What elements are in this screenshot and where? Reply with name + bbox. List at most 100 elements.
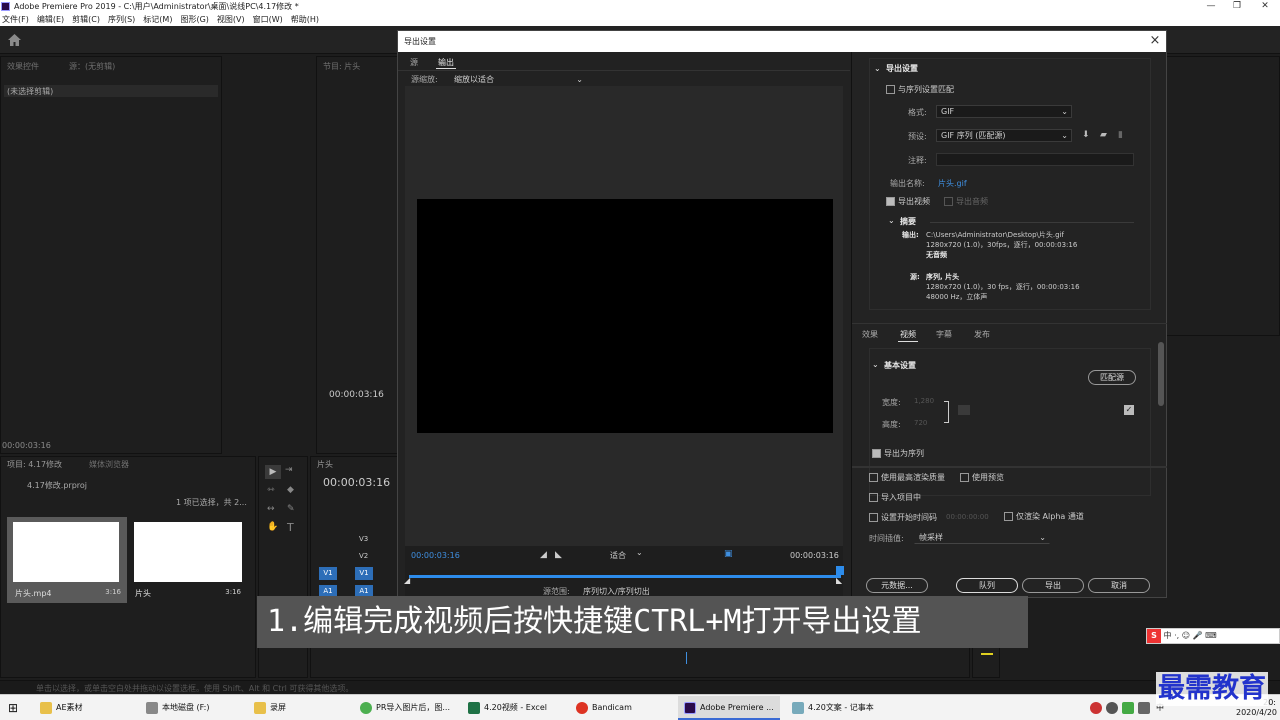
import-preset-icon[interactable]: ▰: [1100, 130, 1107, 140]
pen-tool-icon[interactable]: ✎: [287, 504, 295, 514]
queue-button[interactable]: 队列: [956, 578, 1018, 593]
menu-help[interactable]: 帮助(H): [291, 15, 319, 24]
chain-link-icon[interactable]: [958, 405, 970, 415]
tab-timeline-sequence[interactable]: 片头: [317, 459, 333, 470]
taskbar-item-ae-folder[interactable]: AE素材: [40, 699, 83, 717]
start-tc-value[interactable]: 00:00:00:00: [946, 513, 989, 521]
selection-tool-icon[interactable]: ▶: [265, 465, 281, 479]
tab-effect-controls[interactable]: 效果控件: [7, 61, 39, 72]
export-video-checkbox[interactable]: [886, 197, 895, 206]
tab-captions[interactable]: 字幕: [936, 329, 952, 340]
start-button[interactable]: ⊞: [8, 699, 18, 717]
aspect-toggle-icon[interactable]: ▣: [724, 549, 733, 559]
tab-video[interactable]: 视频: [900, 329, 916, 340]
home-icon[interactable]: [8, 34, 21, 46]
summary-collapse-icon[interactable]: ⌄: [888, 216, 895, 225]
tray-icons[interactable]: 中: [1090, 699, 1164, 717]
export-button[interactable]: 导出: [1022, 578, 1084, 593]
basic-settings-header: 基本设置: [884, 361, 916, 370]
mark-in-icon[interactable]: ◢: [540, 550, 547, 560]
project-item-2[interactable]: 片头 3:16: [131, 517, 247, 603]
tab-project[interactable]: 项目: 4.17修改: [7, 459, 62, 470]
source-v1-patch[interactable]: V1: [319, 567, 337, 580]
preset-select[interactable]: GIF 序列 (匹配源) ⌄: [936, 129, 1072, 142]
menu-file[interactable]: 文件(F): [2, 15, 29, 24]
height-value[interactable]: 720: [914, 419, 927, 427]
import-project-checkbox[interactable]: [869, 493, 878, 502]
project-item-1[interactable]: 片头.mp4 3:16: [7, 517, 127, 603]
track-v1[interactable]: V1: [355, 567, 373, 580]
taskbar-item-bandicam[interactable]: Bandicam: [576, 699, 632, 717]
export-as-sequence-checkbox[interactable]: [872, 449, 881, 458]
close-window-button[interactable]: ✕: [1250, 0, 1280, 13]
menu-edit[interactable]: 编辑(E): [37, 15, 64, 24]
taskbar-item-excel[interactable]: 4.20视频 - Excel: [468, 699, 547, 717]
taskbar-item-premiere[interactable]: Adobe Premiere ...: [678, 696, 780, 720]
ripple-edit-tool-icon[interactable]: ⇿: [267, 485, 275, 495]
range-start-handle[interactable]: ◢: [404, 576, 410, 585]
razor-tool-icon[interactable]: ◆: [287, 485, 294, 495]
ime-mode-label[interactable]: 中: [1164, 631, 1172, 640]
menu-sequence[interactable]: 序列(S): [108, 15, 135, 24]
tab-program[interactable]: 节目: 片头: [323, 61, 360, 72]
type-tool-icon[interactable]: T: [287, 521, 294, 534]
set-start-tc-checkbox[interactable]: [869, 513, 878, 522]
basic-collapse-icon[interactable]: ⌄: [872, 360, 879, 369]
playhead-handle[interactable]: [836, 566, 844, 575]
timeline-playhead[interactable]: [686, 652, 687, 664]
track-select-tool-icon[interactable]: ⇥: [285, 465, 293, 475]
menu-view[interactable]: 视图(V): [217, 15, 245, 24]
project-item-1-duration: 3:16: [105, 588, 121, 596]
ime-mic-icon[interactable]: 🎤: [1193, 631, 1203, 640]
tab-effects[interactable]: 效果: [862, 329, 878, 340]
interp-select[interactable]: 帧采样 ⌄: [914, 531, 1050, 544]
source-scaling-select[interactable]: 缩放以适合 ⌄: [449, 73, 587, 86]
taskbar-item-notepad[interactable]: 4.20文案 - 记事本: [792, 699, 874, 717]
menu-markers[interactable]: 标记(M): [143, 15, 172, 24]
ime-punct-icon[interactable]: ·,: [1174, 631, 1179, 640]
hand-tool-icon[interactable]: ✋: [267, 522, 278, 532]
mark-out-icon[interactable]: ◣: [555, 550, 562, 560]
slip-tool-icon[interactable]: ↔: [267, 504, 275, 514]
metadata-button[interactable]: 元数据...: [866, 578, 928, 593]
taskbar-item-chrome[interactable]: PR导入图片后，图...: [360, 699, 450, 717]
tab-source-preview[interactable]: 源: [410, 57, 418, 68]
ime-emoji-icon[interactable]: ☺: [1182, 631, 1190, 640]
max-render-checkbox[interactable]: [869, 473, 878, 482]
match-sequence-checkbox[interactable]: [886, 85, 895, 94]
use-preview-checkbox[interactable]: [960, 473, 969, 482]
comment-input[interactable]: [936, 153, 1134, 166]
format-select[interactable]: GIF ⌄: [936, 105, 1072, 118]
menu-window[interactable]: 窗口(W): [253, 15, 283, 24]
export-audio-checkbox[interactable]: [944, 197, 953, 206]
tab-output-preview[interactable]: 输出: [438, 57, 454, 68]
track-v3[interactable]: V3: [359, 535, 368, 543]
timecode-in[interactable]: 00:00:03:16: [411, 551, 460, 560]
menu-clip[interactable]: 剪辑(C): [72, 15, 100, 24]
settings-scrollbar[interactable]: [1158, 342, 1164, 406]
tab-publish[interactable]: 发布: [974, 329, 990, 340]
range-end-handle[interactable]: ◣: [836, 576, 842, 585]
width-value[interactable]: 1,280: [914, 397, 934, 405]
width-height-checkbox[interactable]: ✓: [1124, 405, 1134, 415]
ime-toolbar[interactable]: S 中 ·, ☺ 🎤 ⌨: [1146, 628, 1280, 644]
render-alpha-checkbox[interactable]: [1004, 512, 1013, 521]
cancel-button[interactable]: 取消: [1088, 578, 1150, 593]
delete-preset-icon[interactable]: ▮: [1118, 130, 1123, 140]
preview-scrubber[interactable]: [409, 575, 841, 578]
output-name-link[interactable]: 片头.gif: [938, 178, 967, 189]
fit-select[interactable]: 适合: [610, 550, 626, 561]
taskbar-item-recording[interactable]: 录屏: [254, 699, 286, 717]
tab-source[interactable]: 源：(无剪辑): [69, 61, 115, 72]
tab-media-browser[interactable]: 媒体浏览器: [89, 459, 129, 470]
ime-keyboard-icon[interactable]: ⌨: [1205, 631, 1217, 640]
export-settings-collapse-icon[interactable]: ⌄: [874, 64, 881, 73]
track-v2[interactable]: V2: [359, 552, 368, 560]
maximize-button[interactable]: ❐: [1222, 0, 1252, 13]
match-source-button[interactable]: 匹配源: [1088, 370, 1136, 385]
taskbar-item-local-disk[interactable]: 本地磁盘 (F:): [146, 699, 209, 717]
save-preset-icon[interactable]: ⬇: [1082, 130, 1090, 140]
menu-graphics[interactable]: 图形(G): [180, 15, 208, 24]
dialog-close-button[interactable]: ×: [1148, 31, 1162, 52]
project-file-name: 4.17修改.prproj: [27, 481, 88, 490]
